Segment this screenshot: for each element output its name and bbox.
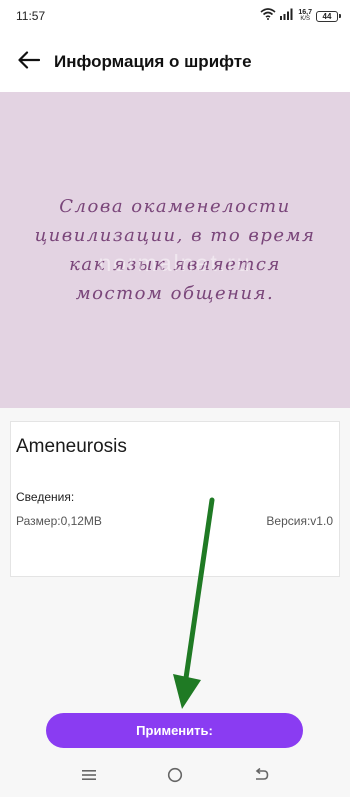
font-preview-text: Слова окаменелости цивилизации, в то вре… [34, 196, 316, 304]
font-preview-area: Слова окаменелости цивилизации, в то вре… [0, 92, 350, 408]
apply-button[interactable]: Применить: [46, 713, 303, 748]
home-circle-icon [167, 767, 183, 788]
app-bar: Информация о шрифте [0, 32, 350, 92]
arrow-left-icon [18, 50, 41, 74]
menu-icon [82, 768, 96, 786]
status-icons: 16,7 K/S 44 [260, 7, 341, 25]
font-size-info: Размер:0,12MB [16, 514, 102, 528]
nav-menu-button[interactable] [74, 762, 104, 792]
font-name: Ameneurosis [16, 436, 127, 457]
network-speed: 16,7 K/S [298, 9, 312, 23]
wifi-icon [260, 7, 276, 25]
signal-icon [280, 7, 294, 25]
system-nav-bar [0, 757, 350, 797]
network-speed-unit: K/S [300, 16, 311, 22]
status-time: 11:57 [16, 9, 46, 23]
status-bar: 11:57 16,7 K/S 44 [0, 0, 350, 32]
page-title: Информация о шрифте [54, 52, 252, 71]
back-button[interactable] [16, 49, 42, 75]
nav-back-button[interactable] [246, 762, 276, 792]
network-speed-value: 16,7 [298, 9, 312, 16]
battery-icon: 44 [316, 10, 341, 22]
font-info-card: Ameneurosis Сведения: Размер:0,12MB Верс… [10, 421, 340, 577]
return-icon [253, 767, 269, 787]
nav-home-button[interactable] [160, 762, 190, 792]
font-version-info: Версия:v1.0 [266, 514, 333, 528]
battery-level: 44 [322, 11, 332, 21]
details-label: Сведения: [16, 490, 75, 504]
